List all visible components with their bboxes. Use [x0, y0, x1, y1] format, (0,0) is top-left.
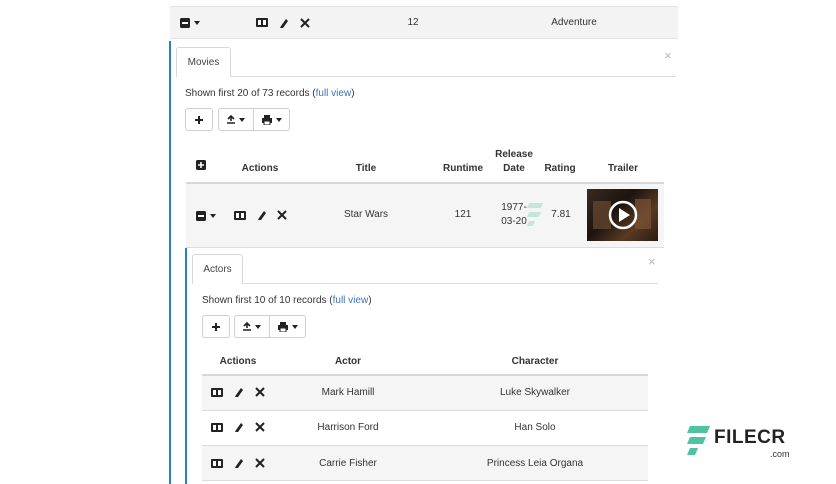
add-movie-button[interactable]: [185, 108, 213, 131]
trailer-thumbnail[interactable]: [587, 189, 658, 241]
movies-header-release-line1[interactable]: Release: [488, 149, 540, 160]
actors-tab-baseline: [192, 283, 658, 284]
view-icon[interactable]: [256, 18, 268, 27]
minus-square-icon: [196, 210, 216, 221]
actors-header-actor[interactable]: Actor: [308, 356, 388, 367]
row-divider: [202, 480, 648, 481]
collapse-toggle-genre[interactable]: [180, 17, 202, 28]
movies-export-dropdown[interactable]: [218, 108, 254, 131]
print-icon: [277, 321, 298, 332]
character-name: Luke Skywalker: [499, 387, 571, 398]
movie-title: Star Wars: [343, 209, 389, 220]
actor-name: Mark Hamill: [321, 387, 375, 398]
edit-icon[interactable]: [234, 422, 244, 432]
edit-icon[interactable]: [257, 210, 267, 220]
filecr-logo-icon: [527, 203, 543, 226]
delete-icon[interactable]: [277, 210, 287, 220]
close-actors-panel[interactable]: ×: [648, 255, 656, 268]
movie-runtime: 121: [454, 209, 472, 220]
view-icon[interactable]: [211, 388, 223, 397]
movies-tab-baseline: [176, 76, 676, 77]
edit-icon[interactable]: [234, 387, 244, 397]
actors-header-actions: Actions: [219, 356, 257, 367]
movies-print-dropdown[interactable]: [253, 108, 290, 131]
watermark-brand: FILECR: [714, 427, 786, 448]
play-icon[interactable]: [608, 200, 638, 230]
edit-icon[interactable]: [234, 458, 244, 468]
export-icon: [227, 114, 245, 124]
genre-name: Adventure: [551, 17, 597, 28]
filecr-logo-icon: [687, 426, 710, 455]
movies-records-summary: Shown first 20 of 73 records (full view): [185, 88, 355, 99]
actors-panel-left-border: [185, 248, 187, 484]
movies-header-trailer: Trailer: [607, 163, 639, 174]
actors-export-dropdown[interactable]: [234, 315, 270, 338]
movies-header-rating[interactable]: Rating: [536, 163, 584, 174]
actors-records-summary: Shown first 10 of 10 records (full view): [202, 295, 372, 306]
movies-header-actions: Actions: [241, 163, 279, 174]
genre-count: 12: [407, 17, 419, 28]
plus-icon: [195, 115, 203, 124]
collapse-toggle-movie[interactable]: [196, 210, 218, 221]
delete-icon[interactable]: [255, 422, 265, 432]
view-icon[interactable]: [234, 211, 246, 220]
plus-icon: [212, 322, 220, 331]
edit-icon[interactable]: [279, 18, 289, 28]
movies-panel-left-border: [169, 41, 171, 484]
character-name: Princess Leia Organa: [486, 458, 584, 469]
print-icon: [261, 114, 282, 125]
actors-header-character[interactable]: Character: [485, 356, 585, 367]
delete-icon[interactable]: [300, 18, 310, 28]
actors-full-view-link[interactable]: full view: [333, 295, 369, 306]
minus-square-icon: [180, 17, 200, 28]
view-icon[interactable]: [211, 423, 223, 432]
movies-header-runtime[interactable]: Runtime: [435, 163, 491, 174]
tab-movies[interactable]: Movies: [176, 47, 231, 77]
movies-full-view-link[interactable]: full view: [316, 88, 352, 99]
character-name: Han Solo: [514, 422, 556, 433]
actor-name: Carrie Fisher: [319, 458, 377, 469]
actors-records-suffix: ): [368, 295, 372, 306]
watermark-domain: .com: [770, 449, 790, 459]
actors-records-text: Shown first 10 of 10 records (: [202, 295, 333, 306]
tab-actors[interactable]: Actors: [192, 254, 243, 284]
movie-row-divider: [186, 247, 664, 248]
movies-header-title[interactable]: Title: [336, 163, 396, 174]
movies-header-release-line2[interactable]: Date: [488, 163, 540, 174]
actor-name: Harrison Ford: [317, 422, 379, 433]
expand-all-icon[interactable]: [196, 160, 206, 170]
delete-icon[interactable]: [255, 387, 265, 397]
watermark-bottom-right: FILECR .com: [684, 424, 796, 460]
export-icon: [243, 321, 261, 331]
actors-print-dropdown[interactable]: [269, 315, 306, 338]
movies-records-text: Shown first 20 of 73 records (: [185, 88, 316, 99]
close-movies-panel[interactable]: ×: [664, 49, 672, 62]
view-icon[interactable]: [211, 459, 223, 468]
row-divider: [202, 410, 648, 411]
watermark-center: [525, 197, 595, 233]
delete-icon[interactable]: [255, 458, 265, 468]
movies-records-suffix: ): [351, 88, 355, 99]
add-actor-button[interactable]: [202, 315, 230, 338]
